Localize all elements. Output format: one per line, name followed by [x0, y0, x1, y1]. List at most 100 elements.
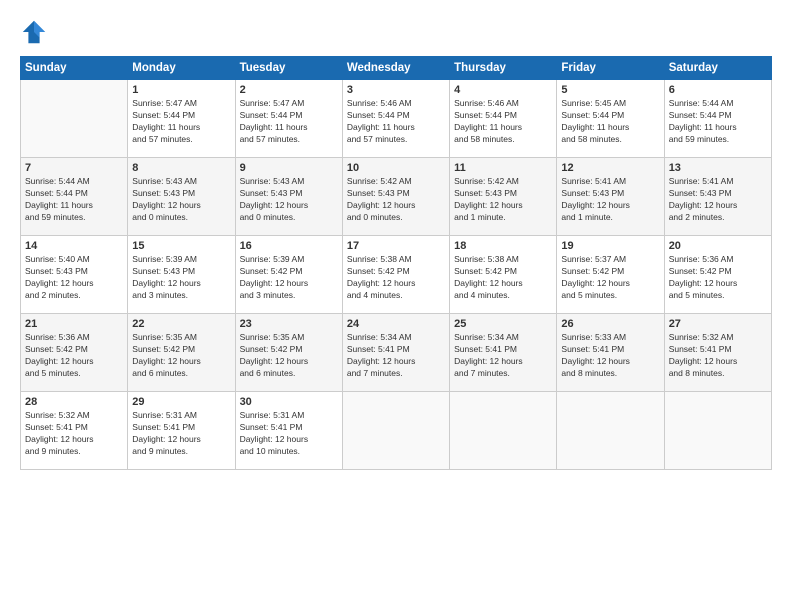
cell-info: Sunrise: 5:42 AM Sunset: 5:43 PM Dayligh… [347, 176, 445, 224]
day-number: 15 [132, 240, 230, 252]
cell-info: Sunrise: 5:34 AM Sunset: 5:41 PM Dayligh… [347, 332, 445, 380]
cell-info: Sunrise: 5:44 AM Sunset: 5:44 PM Dayligh… [25, 176, 123, 224]
cell-info: Sunrise: 5:31 AM Sunset: 5:41 PM Dayligh… [240, 410, 338, 458]
day-number: 29 [132, 396, 230, 408]
logo [20, 18, 52, 46]
calendar-cell: 17Sunrise: 5:38 AM Sunset: 5:42 PM Dayli… [342, 236, 449, 314]
day-number: 21 [25, 318, 123, 330]
cell-info: Sunrise: 5:38 AM Sunset: 5:42 PM Dayligh… [347, 254, 445, 302]
cell-info: Sunrise: 5:40 AM Sunset: 5:43 PM Dayligh… [25, 254, 123, 302]
day-number: 28 [25, 396, 123, 408]
cell-info: Sunrise: 5:34 AM Sunset: 5:41 PM Dayligh… [454, 332, 552, 380]
cell-info: Sunrise: 5:35 AM Sunset: 5:42 PM Dayligh… [240, 332, 338, 380]
calendar-cell: 12 Sunrise: 5:41 AM Sunset: 5:43 PM Dayli… [557, 158, 664, 236]
cell-info: Sunrise: 5:43 AM Sunset: 5:43 PM Dayligh… [132, 176, 230, 224]
calendar-cell: 8 Sunrise: 5:43 AM Sunset: 5:43 PM Daylig… [128, 158, 235, 236]
calendar-cell: 6 Sunrise: 5:44 AM Sunset: 5:44 PM Daylig… [664, 80, 771, 158]
calendar-cell: 30 Sunrise: 5:31 AM Sunset: 5:41 PM Dayli… [235, 392, 342, 470]
col-header-friday: Friday [557, 57, 664, 80]
week-row-2: 7 Sunrise: 5:44 AM Sunset: 5:44 PM Daylig… [21, 158, 772, 236]
cell-info: Sunrise: 5:47 AM Sunset: 5:44 PM Dayligh… [132, 98, 230, 146]
calendar-cell [450, 392, 557, 470]
cell-info: Sunrise: 5:39 AM Sunset: 5:42 PM Dayligh… [240, 254, 338, 302]
day-number: 6 [669, 84, 767, 96]
calendar-cell: 10 Sunrise: 5:42 AM Sunset: 5:43 PM Dayli… [342, 158, 449, 236]
calendar-cell: 7 Sunrise: 5:44 AM Sunset: 5:44 PM Daylig… [21, 158, 128, 236]
cell-info: Sunrise: 5:31 AM Sunset: 5:41 PM Dayligh… [132, 410, 230, 458]
day-number: 11 [454, 162, 552, 174]
cell-info: Sunrise: 5:46 AM Sunset: 5:44 PM Dayligh… [347, 98, 445, 146]
cell-info: Sunrise: 5:36 AM Sunset: 5:42 PM Dayligh… [669, 254, 767, 302]
day-number: 25 [454, 318, 552, 330]
day-number: 7 [25, 162, 123, 174]
cell-info: Sunrise: 5:41 AM Sunset: 5:43 PM Dayligh… [669, 176, 767, 224]
day-number: 26 [561, 318, 659, 330]
day-number: 4 [454, 84, 552, 96]
calendar-cell: 2Sunrise: 5:47 AM Sunset: 5:44 PM Daylig… [235, 80, 342, 158]
day-number: 1 [132, 84, 230, 96]
calendar-cell [664, 392, 771, 470]
page: SundayMondayTuesdayWednesdayThursdayFrid… [0, 0, 792, 612]
calendar-cell [342, 392, 449, 470]
calendar-cell: 24 Sunrise: 5:34 AM Sunset: 5:41 PM Dayli… [342, 314, 449, 392]
day-number: 5 [561, 84, 659, 96]
cell-info: Sunrise: 5:41 AM Sunset: 5:43 PM Dayligh… [561, 176, 659, 224]
day-number: 23 [240, 318, 338, 330]
cell-info: Sunrise: 5:46 AM Sunset: 5:44 PM Dayligh… [454, 98, 552, 146]
day-number: 22 [132, 318, 230, 330]
calendar-cell: 27 Sunrise: 5:32 AM Sunset: 5:41 PM Dayli… [664, 314, 771, 392]
header [20, 18, 772, 46]
day-number: 30 [240, 396, 338, 408]
col-header-wednesday: Wednesday [342, 57, 449, 80]
day-number: 12 [561, 162, 659, 174]
calendar-cell [21, 80, 128, 158]
cell-info: Sunrise: 5:42 AM Sunset: 5:43 PM Dayligh… [454, 176, 552, 224]
calendar-cell [557, 392, 664, 470]
col-header-saturday: Saturday [664, 57, 771, 80]
cell-info: Sunrise: 5:45 AM Sunset: 5:44 PM Dayligh… [561, 98, 659, 146]
week-row-1: 1 Sunrise: 5:47 AM Sunset: 5:44 PM Daylig… [21, 80, 772, 158]
calendar-cell: 3Sunrise: 5:46 AM Sunset: 5:44 PM Daylig… [342, 80, 449, 158]
cell-info: Sunrise: 5:39 AM Sunset: 5:43 PM Dayligh… [132, 254, 230, 302]
day-number: 13 [669, 162, 767, 174]
calendar-cell: 28 Sunrise: 5:32 AM Sunset: 5:41 PM Dayli… [21, 392, 128, 470]
cell-info: Sunrise: 5:43 AM Sunset: 5:43 PM Dayligh… [240, 176, 338, 224]
day-number: 16 [240, 240, 338, 252]
day-number: 19 [561, 240, 659, 252]
day-number: 18 [454, 240, 552, 252]
cell-info: Sunrise: 5:47 AM Sunset: 5:44 PM Dayligh… [240, 98, 338, 146]
calendar-cell: 26 Sunrise: 5:33 AM Sunset: 5:41 PM Dayli… [557, 314, 664, 392]
cell-info: Sunrise: 5:44 AM Sunset: 5:44 PM Dayligh… [669, 98, 767, 146]
week-row-4: 21 Sunrise: 5:36 AM Sunset: 5:42 PM Dayli… [21, 314, 772, 392]
cell-info: Sunrise: 5:32 AM Sunset: 5:41 PM Dayligh… [25, 410, 123, 458]
cell-info: Sunrise: 5:38 AM Sunset: 5:42 PM Dayligh… [454, 254, 552, 302]
calendar-cell: 5 Sunrise: 5:45 AM Sunset: 5:44 PM Daylig… [557, 80, 664, 158]
calendar-cell: 9 Sunrise: 5:43 AM Sunset: 5:43 PM Daylig… [235, 158, 342, 236]
cell-info: Sunrise: 5:33 AM Sunset: 5:41 PM Dayligh… [561, 332, 659, 380]
week-row-5: 28 Sunrise: 5:32 AM Sunset: 5:41 PM Dayli… [21, 392, 772, 470]
calendar-cell: 15 Sunrise: 5:39 AM Sunset: 5:43 PM Dayli… [128, 236, 235, 314]
calendar-cell: 18 Sunrise: 5:38 AM Sunset: 5:42 PM Dayli… [450, 236, 557, 314]
calendar-cell: 4 Sunrise: 5:46 AM Sunset: 5:44 PM Daylig… [450, 80, 557, 158]
day-number: 20 [669, 240, 767, 252]
col-header-tuesday: Tuesday [235, 57, 342, 80]
cell-info: Sunrise: 5:35 AM Sunset: 5:42 PM Dayligh… [132, 332, 230, 380]
day-number: 9 [240, 162, 338, 174]
day-number: 8 [132, 162, 230, 174]
calendar-cell: 1 Sunrise: 5:47 AM Sunset: 5:44 PM Daylig… [128, 80, 235, 158]
day-number: 27 [669, 318, 767, 330]
calendar-cell: 11 Sunrise: 5:42 AM Sunset: 5:43 PM Dayli… [450, 158, 557, 236]
cell-info: Sunrise: 5:37 AM Sunset: 5:42 PM Dayligh… [561, 254, 659, 302]
calendar-cell: 14 Sunrise: 5:40 AM Sunset: 5:43 PM Dayli… [21, 236, 128, 314]
day-number: 10 [347, 162, 445, 174]
day-number: 24 [347, 318, 445, 330]
col-header-sunday: Sunday [21, 57, 128, 80]
calendar-cell: 16 Sunrise: 5:39 AM Sunset: 5:42 PM Dayli… [235, 236, 342, 314]
cell-info: Sunrise: 5:36 AM Sunset: 5:42 PM Dayligh… [25, 332, 123, 380]
cell-info: Sunrise: 5:32 AM Sunset: 5:41 PM Dayligh… [669, 332, 767, 380]
col-header-monday: Monday [128, 57, 235, 80]
calendar-table: SundayMondayTuesdayWednesdayThursdayFrid… [20, 56, 772, 470]
calendar-cell: 20 Sunrise: 5:36 AM Sunset: 5:42 PM Dayli… [664, 236, 771, 314]
day-number: 14 [25, 240, 123, 252]
week-row-3: 14 Sunrise: 5:40 AM Sunset: 5:43 PM Dayli… [21, 236, 772, 314]
